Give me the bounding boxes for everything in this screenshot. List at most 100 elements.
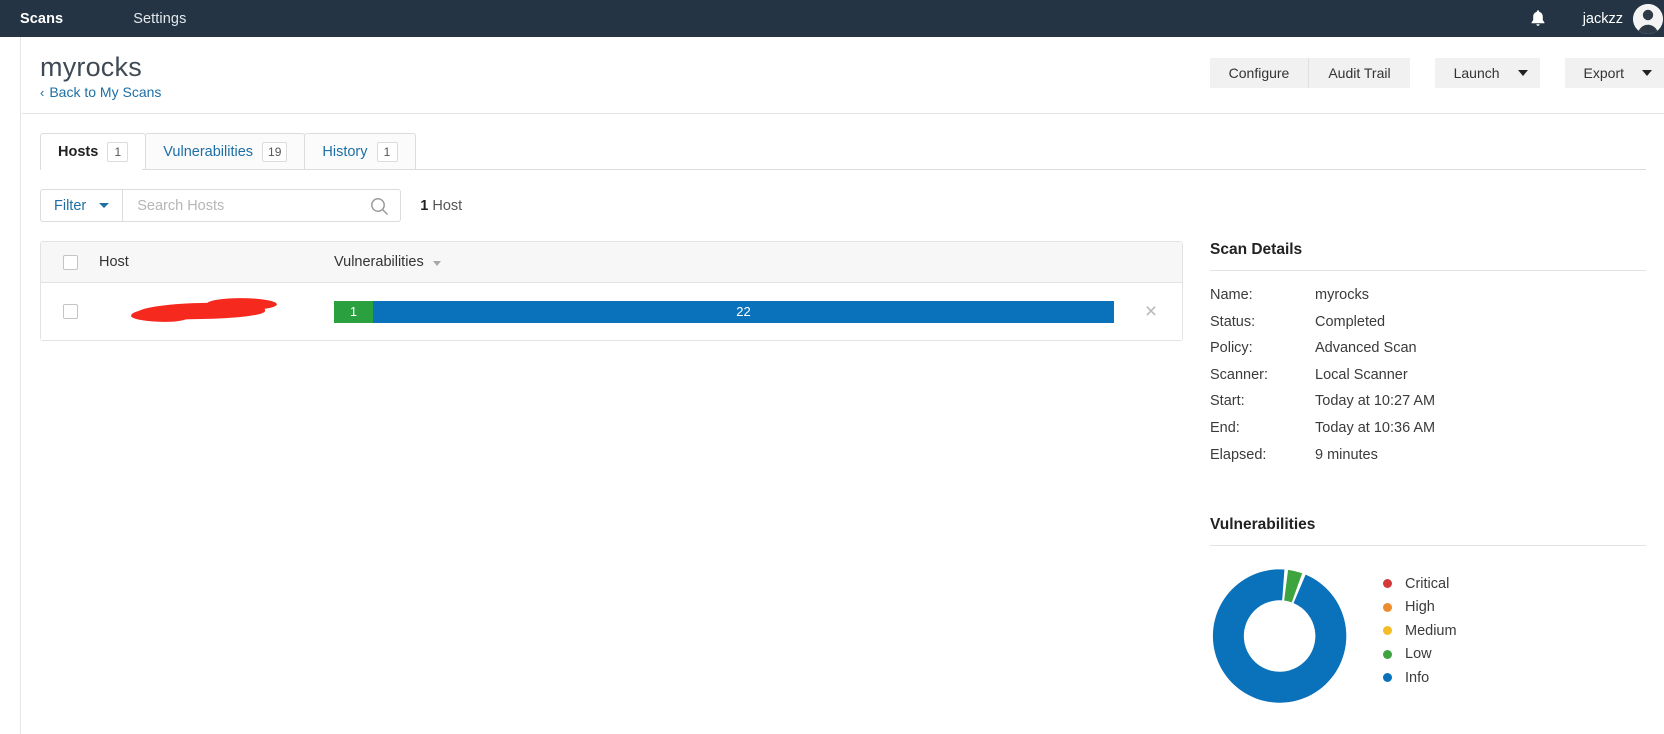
header-actions: Configure Audit Trail Launch Export — [1209, 58, 1664, 88]
detail-value-scanner: Local Scanner — [1315, 366, 1408, 383]
configure-audit-group: Configure Audit Trail — [1209, 58, 1410, 88]
column-header-host[interactable]: Host — [99, 254, 334, 270]
redacted-hostname — [136, 301, 266, 321]
detail-row-scanner: Scanner: Local Scanner — [1210, 362, 1664, 389]
tab-hosts-label: Hosts — [58, 144, 99, 160]
vulnerabilities-section: Vulnerabilities Critical High Medium Low… — [1210, 516, 1664, 712]
vulnerability-segment-info[interactable]: 22 — [373, 300, 1114, 323]
detail-label-scanner: Scanner: — [1210, 366, 1269, 383]
legend-label-critical: Critical — [1405, 575, 1450, 592]
chevron-down-icon — [99, 203, 110, 208]
legend-dot-high — [1383, 602, 1392, 612]
page-header: myrocks ‹ Back to My Scans Configure Aud… — [22, 37, 1664, 114]
detail-value-name: myrocks — [1315, 287, 1369, 303]
configure-button[interactable]: Configure — [1209, 58, 1309, 88]
legend-item-medium[interactable]: Medium — [1383, 619, 1457, 643]
detail-value-end: Today at 10:36 AM — [1315, 419, 1436, 436]
tab-vulnerabilities[interactable]: Vulnerabilities 19 — [145, 133, 306, 170]
legend-dot-critical — [1383, 579, 1392, 589]
detail-label-status: Status: — [1210, 313, 1256, 330]
tab-vulnerabilities-label: Vulnerabilities — [163, 144, 254, 160]
detail-value-start: Today at 10:27 AM — [1315, 393, 1436, 410]
vulnerability-segment-low[interactable]: 1 — [334, 300, 373, 323]
select-all-checkbox[interactable] — [62, 254, 78, 270]
legend-label-medium: Medium — [1405, 622, 1457, 639]
tab-vulnerabilities-count: 19 — [262, 142, 288, 162]
export-button-label: Export — [1583, 65, 1624, 81]
legend-item-critical[interactable]: Critical — [1383, 572, 1457, 596]
row-select-cell — [41, 304, 99, 319]
close-icon[interactable]: × — [1145, 301, 1157, 322]
legend-dot-info — [1383, 673, 1392, 683]
legend-dot-medium — [1383, 626, 1392, 636]
tab-hosts[interactable]: Hosts 1 — [40, 133, 147, 170]
tab-bar: Hosts 1 Vulnerabilities 19 History 1 — [40, 133, 416, 170]
host-count-number: 1 — [420, 197, 429, 214]
column-header-vulnerabilities-label: Vulnerabilities — [334, 254, 424, 270]
vulnerabilities-title: Vulnerabilities — [1210, 516, 1316, 534]
left-rail — [0, 37, 21, 734]
detail-row-start: Start: Today at 10:27 AM — [1210, 388, 1664, 415]
vulnerability-bar-cell: 1 22 — [334, 283, 1120, 340]
legend-item-low[interactable]: Low — [1383, 643, 1457, 667]
legend-item-info[interactable]: Info — [1383, 666, 1457, 690]
audit-trail-button[interactable]: Audit Trail — [1308, 58, 1410, 88]
legend-item-high[interactable]: High — [1383, 596, 1457, 620]
nav-item-scans[interactable]: Scans — [6, 11, 77, 27]
detail-row-policy: Policy: Advanced Scan — [1210, 335, 1664, 362]
notifications-bell-icon[interactable] — [1527, 8, 1549, 30]
legend-dot-low — [1383, 649, 1392, 659]
top-navbar-right: jackzz — [1527, 3, 1664, 34]
sort-descending-icon — [432, 260, 441, 266]
tab-underline — [40, 169, 1646, 170]
nav-item-settings[interactable]: Settings — [119, 11, 200, 27]
launch-button-label: Launch — [1453, 65, 1500, 81]
tab-hosts-count: 1 — [107, 142, 129, 162]
export-button[interactable]: Export — [1564, 58, 1664, 88]
chevron-left-icon: ‹ — [40, 84, 45, 100]
vulnerabilities-divider — [1210, 545, 1646, 547]
user-avatar-icon[interactable] — [1633, 3, 1663, 34]
detail-label-start: Start: — [1210, 393, 1245, 410]
vulnerabilities-chart-area: Critical High Medium Low Info — [1210, 562, 1664, 712]
column-header-vulnerabilities[interactable]: Vulnerabilities — [334, 254, 1182, 270]
top-navbar: Scans Settings jackzz — [0, 0, 1664, 37]
detail-label-name: Name: — [1210, 287, 1253, 303]
row-checkbox[interactable] — [62, 304, 78, 319]
detail-row-name: Name: myrocks — [1210, 282, 1664, 309]
chevron-down-icon — [1642, 70, 1652, 76]
hosts-table: Host Vulnerabilities 1 22 × — [40, 241, 1183, 341]
tab-history-count: 1 — [376, 142, 398, 162]
scan-details-title: Scan Details — [1210, 241, 1303, 258]
top-navbar-links: Scans Settings — [0, 11, 200, 27]
back-to-my-scans-link[interactable]: ‹ Back to My Scans — [40, 84, 161, 100]
table-row[interactable]: 1 22 × — [41, 283, 1182, 340]
host-count-unit: Host — [432, 197, 463, 214]
filter-dropdown-button[interactable]: Filter — [40, 189, 124, 222]
vulnerabilities-legend: Critical High Medium Low Info — [1383, 572, 1457, 690]
host-cell[interactable] — [99, 283, 334, 340]
back-link-label: Back to My Scans — [49, 84, 162, 100]
detail-value-status: Completed — [1315, 313, 1386, 330]
launch-button[interactable]: Launch — [1434, 58, 1540, 88]
detail-value-policy: Advanced Scan — [1315, 340, 1417, 357]
table-header-row: Host Vulnerabilities — [41, 242, 1182, 283]
search-input[interactable] — [123, 190, 362, 221]
search-hosts-wrapper — [123, 189, 402, 222]
select-all-cell — [41, 254, 99, 270]
vulnerability-bar: 1 22 — [334, 300, 1114, 323]
legend-label-info: Info — [1405, 669, 1430, 686]
search-icon[interactable] — [370, 197, 389, 221]
tab-history-label: History — [322, 144, 368, 160]
host-count-label: 1 Host — [420, 198, 462, 214]
username-label[interactable]: jackzz — [1583, 11, 1623, 27]
detail-value-elapsed: 9 minutes — [1315, 446, 1378, 463]
tab-history[interactable]: History 1 — [304, 133, 416, 170]
detail-row-status: Status: Completed — [1210, 309, 1664, 336]
page-title: myrocks — [40, 52, 142, 82]
scan-details-panel: Scan Details Name: myrocks Status: Compl… — [1210, 241, 1664, 712]
donut-slice-info[interactable] — [1212, 569, 1347, 703]
filter-button-label: Filter — [54, 197, 87, 214]
detail-row-end: End: Today at 10:36 AM — [1210, 415, 1664, 442]
row-remove-cell: × — [1120, 283, 1182, 340]
